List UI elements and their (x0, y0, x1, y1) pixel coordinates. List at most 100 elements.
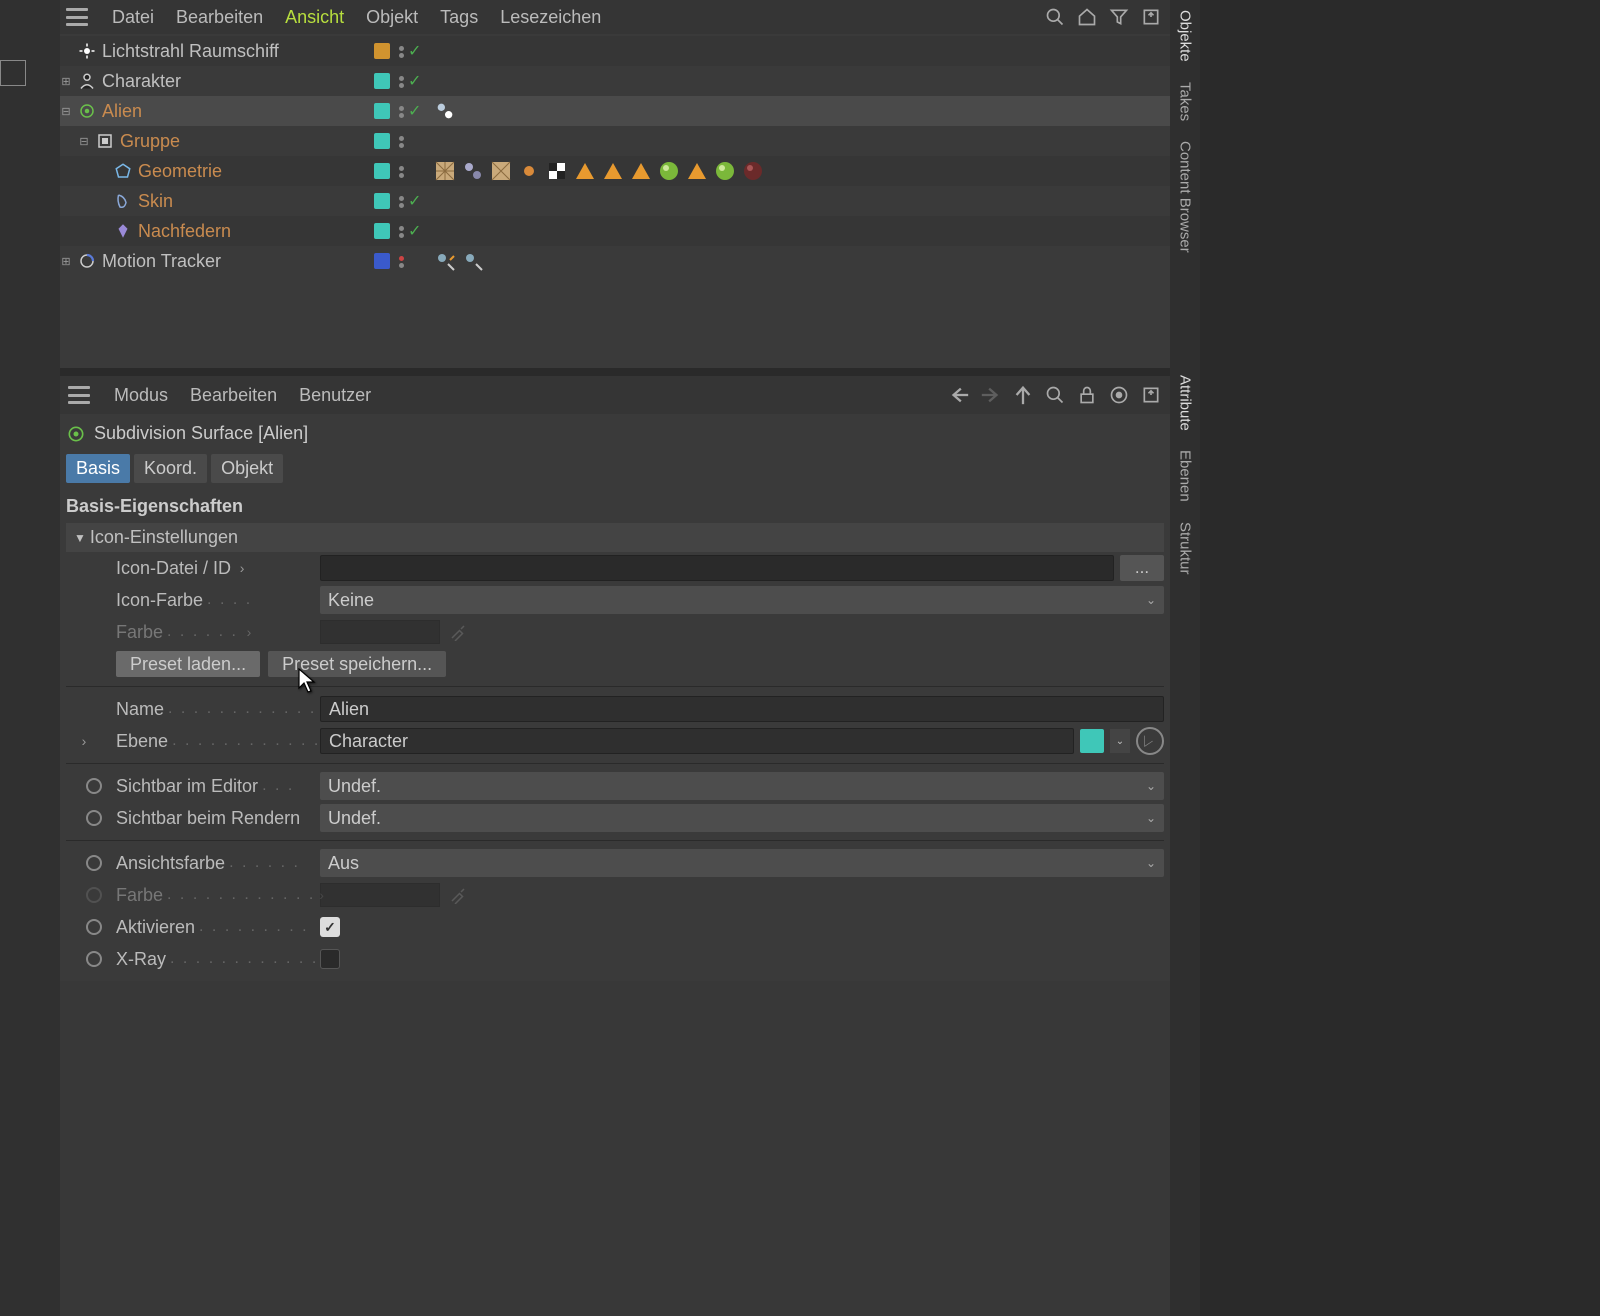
browse-button[interactable]: ... (1120, 555, 1164, 581)
tree-row-nachfedern[interactable]: Nachfedern ✓ (60, 216, 1170, 246)
tab-object[interactable]: Objekt (211, 454, 283, 483)
layer-swatch[interactable] (374, 163, 390, 179)
tree-label[interactable]: Geometrie (138, 161, 222, 182)
tab-objects[interactable]: Objekte (1175, 6, 1196, 66)
tab-attribute[interactable]: Attribute (1175, 371, 1196, 435)
tree-label[interactable]: Gruppe (120, 131, 180, 152)
tree-row-lichtstrahl[interactable]: Lichtstrahl Raumschiff ✓ (60, 36, 1170, 66)
tag-tri1[interactable] (572, 158, 598, 184)
chevron-right-icon[interactable]: › (235, 560, 249, 576)
tag-track2[interactable] (460, 248, 486, 274)
tag-uvw[interactable] (432, 158, 458, 184)
search-icon[interactable] (1044, 6, 1066, 28)
input-layer[interactable] (320, 728, 1074, 754)
tab-takes[interactable]: Takes (1175, 78, 1196, 125)
anim-radio[interactable] (86, 951, 102, 967)
layer-swatch[interactable] (374, 253, 390, 269)
visibility-dots[interactable] (394, 44, 408, 58)
nav-up-icon[interactable] (1012, 384, 1034, 406)
menu-tags[interactable]: Tags (440, 7, 478, 28)
tag-mat1[interactable] (656, 158, 682, 184)
menu-file[interactable]: Datei (112, 7, 154, 28)
group-icon-settings[interactable]: ▼ Icon-Einstellungen (66, 523, 1164, 552)
expand-icon[interactable]: ⊞ (60, 75, 72, 87)
anim-radio[interactable] (86, 855, 102, 871)
tag-mat2[interactable] (712, 158, 738, 184)
layer-swatch[interactable] (374, 223, 390, 239)
tree-row-skin[interactable]: Skin ✓ (60, 186, 1170, 216)
enable-check[interactable]: ✓ (408, 221, 428, 241)
menu-edit[interactable]: Bearbeiten (176, 7, 263, 28)
visibility-dots[interactable] (394, 224, 408, 238)
checkbox-xray[interactable] (320, 949, 340, 969)
tag-tri3[interactable] (628, 158, 654, 184)
menu-user[interactable]: Benutzer (299, 385, 371, 406)
tag-track1[interactable] (432, 248, 458, 274)
hamburger-icon[interactable] (66, 384, 92, 406)
tree-label[interactable]: Motion Tracker (102, 251, 221, 272)
dropdown-display-color[interactable]: Aus⌄ (320, 849, 1164, 877)
tree-row-geometrie[interactable]: Geometrie (60, 156, 1170, 186)
tab-layers[interactable]: Ebenen (1175, 446, 1196, 506)
anim-radio[interactable] (86, 778, 102, 794)
tree-label[interactable]: Nachfedern (138, 221, 231, 242)
enable-check[interactable]: ✓ (408, 41, 428, 61)
collapse-icon[interactable]: ⊟ (60, 105, 72, 117)
dropdown-icon-color[interactable]: Keine⌄ (320, 586, 1164, 614)
menu-edit-am[interactable]: Bearbeiten (190, 385, 277, 406)
tree-label[interactable]: Skin (138, 191, 173, 212)
menu-object[interactable]: Objekt (366, 7, 418, 28)
nav-back-icon[interactable] (948, 384, 970, 406)
nav-forward-icon[interactable] (980, 384, 1002, 406)
tree-row-motiontracker[interactable]: ⊞ Motion Tracker (60, 246, 1170, 276)
tag-tri2[interactable] (600, 158, 626, 184)
tree-label[interactable]: Charakter (102, 71, 181, 92)
tag-mat3[interactable] (740, 158, 766, 184)
tab-content-browser[interactable]: Content Browser (1175, 137, 1196, 257)
tree-label[interactable]: Lichtstrahl Raumschiff (102, 41, 279, 62)
search-icon[interactable] (1044, 384, 1066, 406)
layer-swatch[interactable] (374, 73, 390, 89)
tag-tri4[interactable] (684, 158, 710, 184)
input-icon-file[interactable] (320, 555, 1114, 581)
tree-row-gruppe[interactable]: ⊟ Gruppe (60, 126, 1170, 156)
lock-icon[interactable] (1076, 384, 1098, 406)
tree-row-alien[interactable]: ⊟ Alien ✓ (60, 96, 1170, 126)
enable-check[interactable]: ✓ (408, 71, 428, 91)
visibility-dots[interactable] (394, 134, 408, 148)
maximize-icon[interactable] (1140, 384, 1162, 406)
chevron-right-icon[interactable]: › (77, 733, 91, 749)
tree-label[interactable]: Alien (102, 101, 142, 122)
tab-basic[interactable]: Basis (66, 454, 130, 483)
tab-coord[interactable]: Koord. (134, 454, 207, 483)
input-name[interactable] (320, 696, 1164, 722)
maximize-icon[interactable] (1140, 6, 1162, 28)
layer-color-swatch[interactable] (1080, 729, 1104, 753)
layer-swatch[interactable] (374, 193, 390, 209)
preset-save-button[interactable]: Preset speichern... (268, 651, 446, 677)
layer-swatch[interactable] (374, 43, 390, 59)
visibility-dots[interactable] (394, 164, 408, 178)
filter-icon[interactable] (1108, 6, 1130, 28)
collapse-icon[interactable]: ⊟ (78, 135, 90, 147)
new-window-icon[interactable] (1108, 384, 1130, 406)
hamburger-icon[interactable] (64, 6, 90, 28)
tag-rig[interactable] (432, 98, 458, 124)
layer-dropdown-icon[interactable]: ⌄ (1110, 729, 1130, 753)
anim-radio[interactable] (86, 810, 102, 826)
tag-selection[interactable] (544, 158, 570, 184)
tree-row-charakter[interactable]: ⊞ Charakter ✓ (60, 66, 1170, 96)
enable-check[interactable]: ✓ (408, 101, 428, 121)
visibility-dots[interactable] (394, 254, 408, 268)
enable-check[interactable]: ✓ (408, 191, 428, 211)
tag-vertex[interactable] (516, 158, 542, 184)
anim-radio[interactable] (86, 919, 102, 935)
object-tree[interactable]: Lichtstrahl Raumschiff ✓ ⊞ Charakter ✓ ⊟ (60, 34, 1170, 368)
tag-weight[interactable] (460, 158, 486, 184)
home-icon[interactable] (1076, 6, 1098, 28)
visibility-dots[interactable] (394, 74, 408, 88)
menu-view[interactable]: Ansicht (285, 7, 344, 28)
dropdown-vis-render[interactable]: Undef.⌄ (320, 804, 1164, 832)
dropdown-vis-editor[interactable]: Undef.⌄ (320, 772, 1164, 800)
visibility-dots[interactable] (394, 194, 408, 208)
